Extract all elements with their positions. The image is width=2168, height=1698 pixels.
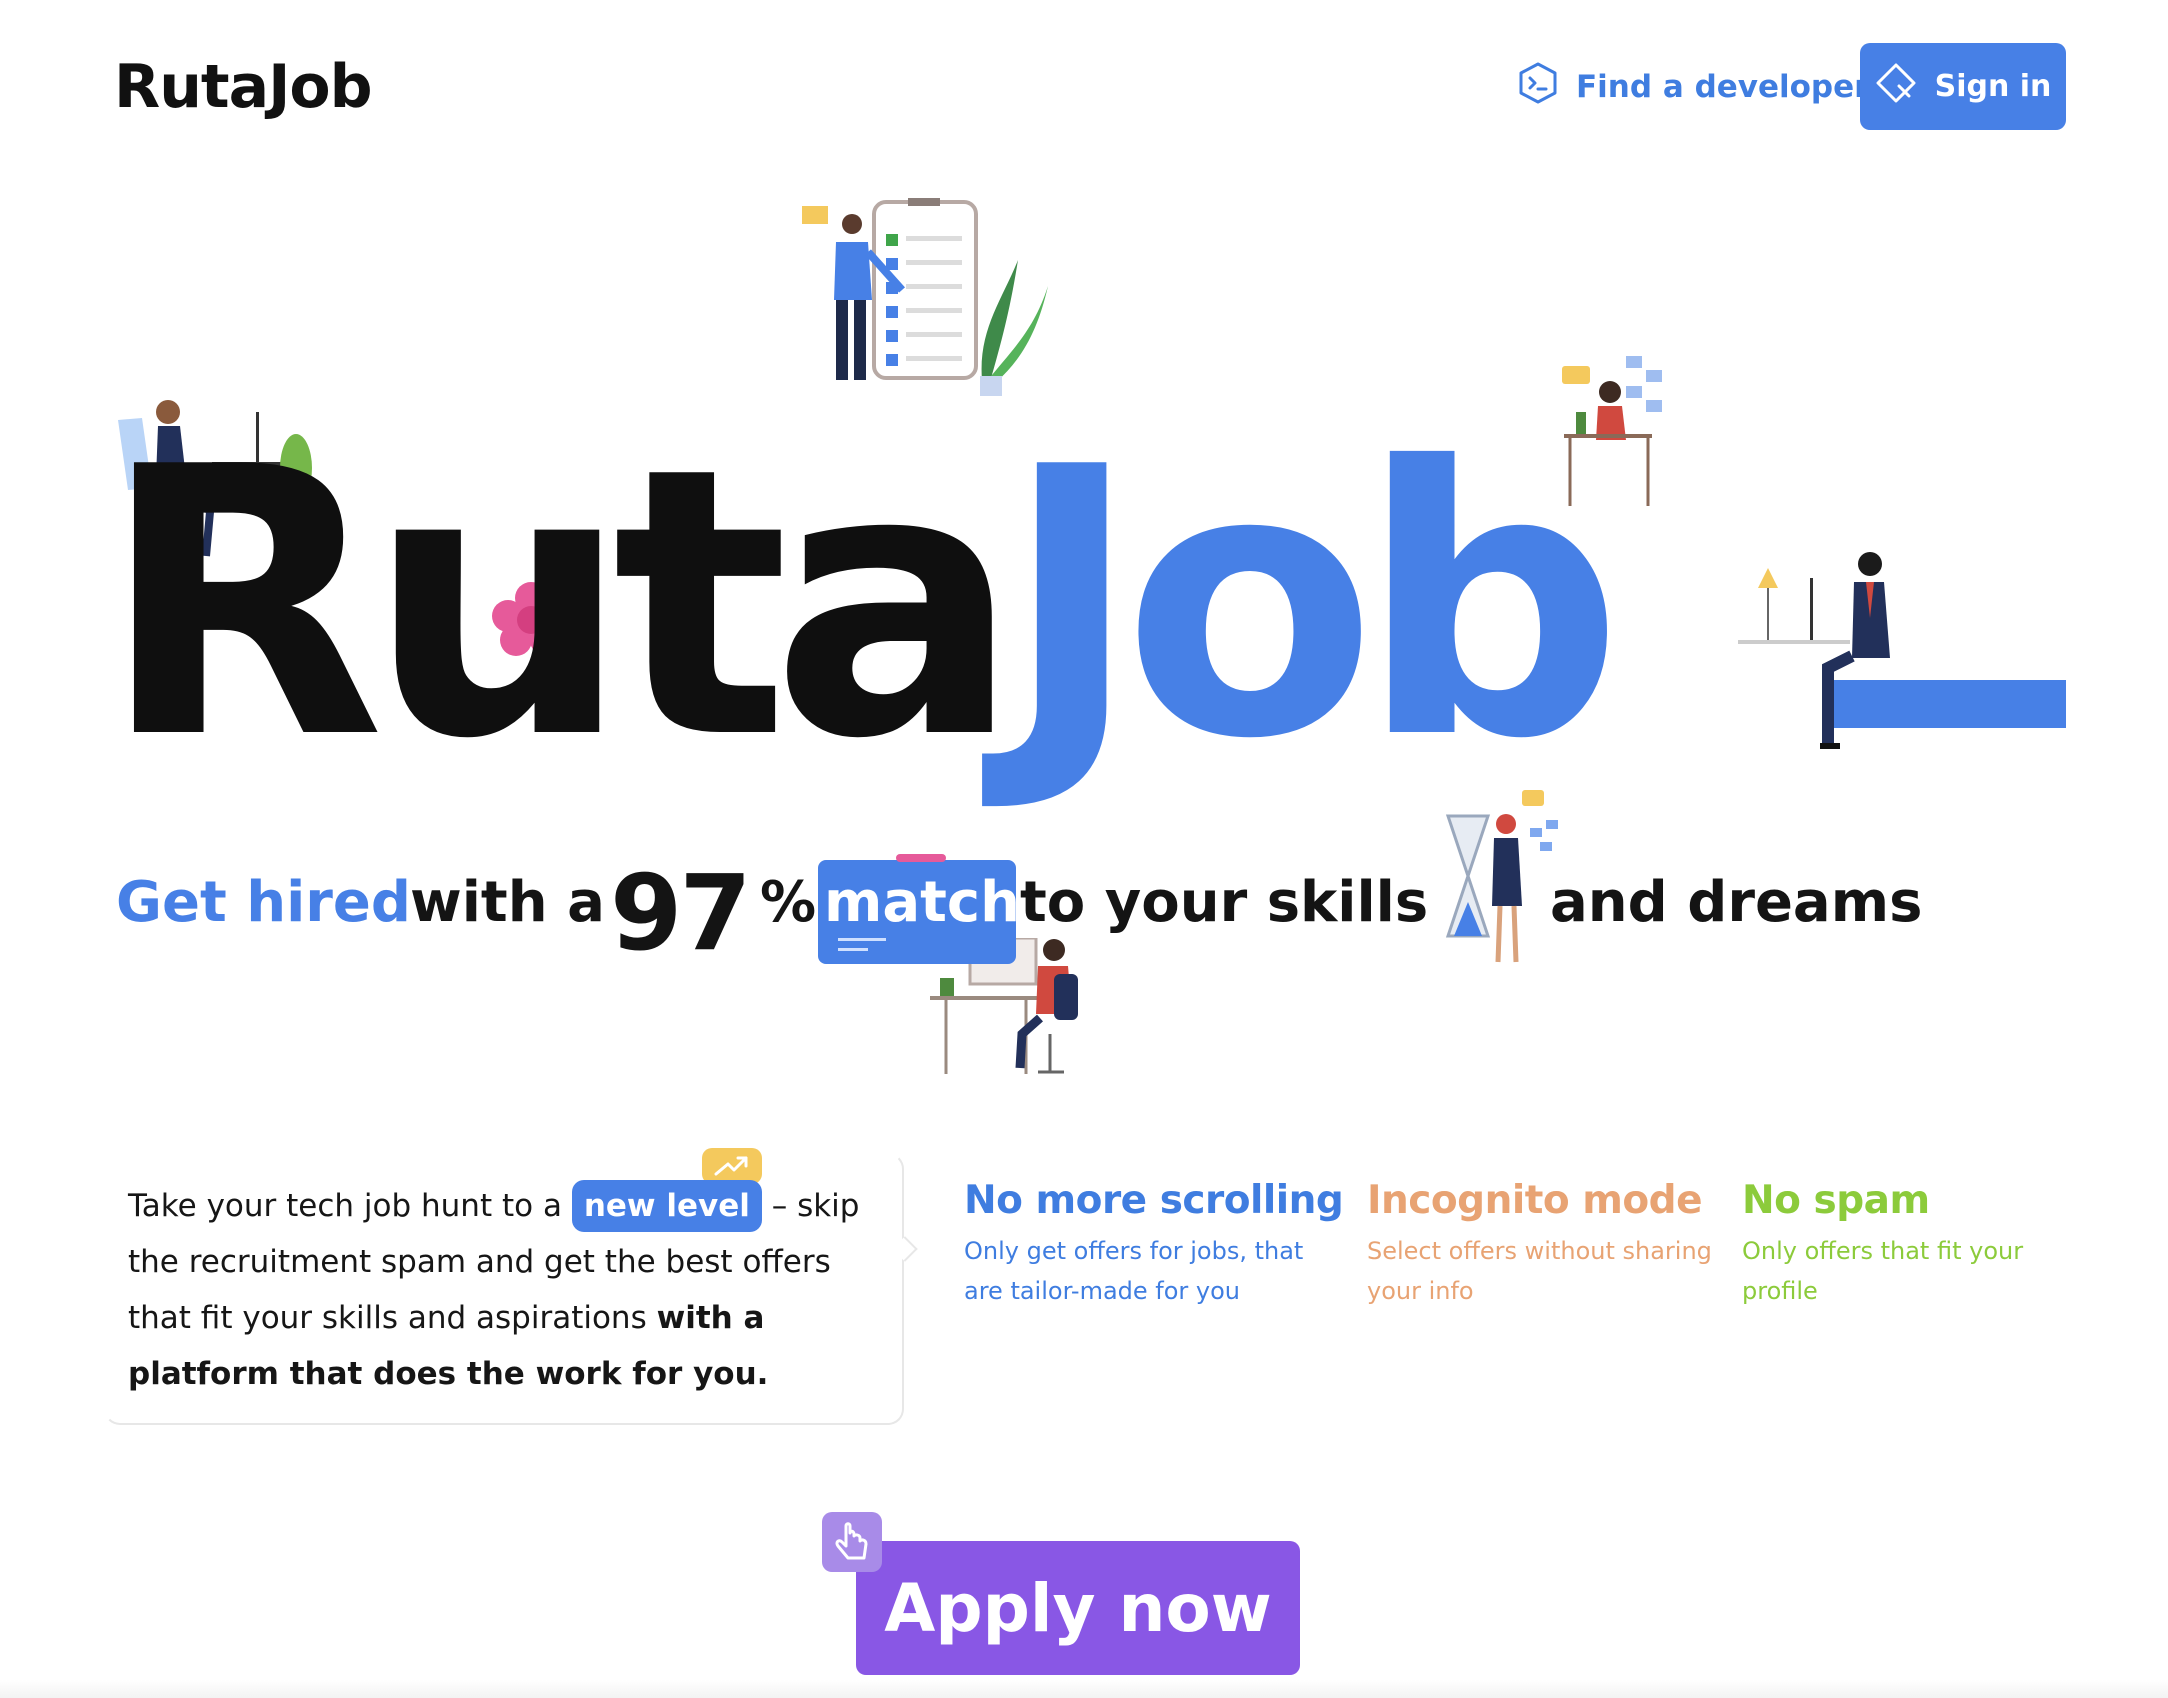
tagline-percent-value: 97 xyxy=(610,852,752,974)
hero-cursor-bar xyxy=(1834,680,2066,728)
match-line xyxy=(838,938,886,941)
feature-title: Incognito mode xyxy=(1367,1178,1703,1223)
sign-in-label: Sign in xyxy=(1934,69,2052,104)
diamond-cursor-icon xyxy=(1875,62,1917,112)
match-line xyxy=(838,948,868,951)
hero-job: Job xyxy=(1002,390,1624,820)
hero-wordmark: RutaJob xyxy=(100,420,1624,790)
feature-title: No spam xyxy=(1742,1178,1930,1223)
tagline-to-your-skills: to your skills xyxy=(1020,870,1429,935)
logo[interactable]: RutaJob xyxy=(114,52,373,122)
tagline-and-dreams: and dreams xyxy=(1550,870,1923,935)
description-part1: Take your tech job hunt to a xyxy=(128,1188,562,1224)
tagline-percent-sign: % xyxy=(760,870,817,935)
checklist-board-illustration xyxy=(802,198,1048,396)
page-bottom-fade xyxy=(0,1680,2168,1698)
feature-no-more-scrolling: No more scrolling Only get offers for jo… xyxy=(964,1178,1344,1311)
feature-no-spam: No spam Only offers that fit your profil… xyxy=(1742,1178,2042,1311)
new-level-badge: new level xyxy=(571,1180,762,1232)
apply-now-button[interactable]: Apply now xyxy=(856,1541,1300,1675)
terminal-hexagon-icon xyxy=(1518,62,1558,112)
feature-text: Select offers without sharing your info xyxy=(1367,1237,1712,1305)
feature-incognito-mode: Incognito mode Select offers without sha… xyxy=(1367,1178,1747,1311)
tagline-with-a: with a xyxy=(410,870,605,935)
feature-text: Only offers that fit your profile xyxy=(1742,1237,2024,1305)
tagline-get-hired: Get hired xyxy=(116,870,411,935)
description-text: Take your tech job hunt to a new level –… xyxy=(128,1178,900,1402)
pointer-hand-icon xyxy=(822,1512,882,1572)
hero-ruta: Ruta xyxy=(100,390,1021,820)
feature-title: No more scrolling xyxy=(964,1178,1344,1223)
sign-in-button[interactable]: Sign in xyxy=(1860,43,2066,130)
match-pink-tab xyxy=(896,854,946,862)
feature-text: Only get offers for jobs, that are tailo… xyxy=(964,1237,1304,1305)
find-developer-label: Find a developer xyxy=(1576,69,1870,105)
tagline-match: match xyxy=(824,870,1020,935)
find-developer-link[interactable]: Find a developer xyxy=(1518,62,1869,112)
